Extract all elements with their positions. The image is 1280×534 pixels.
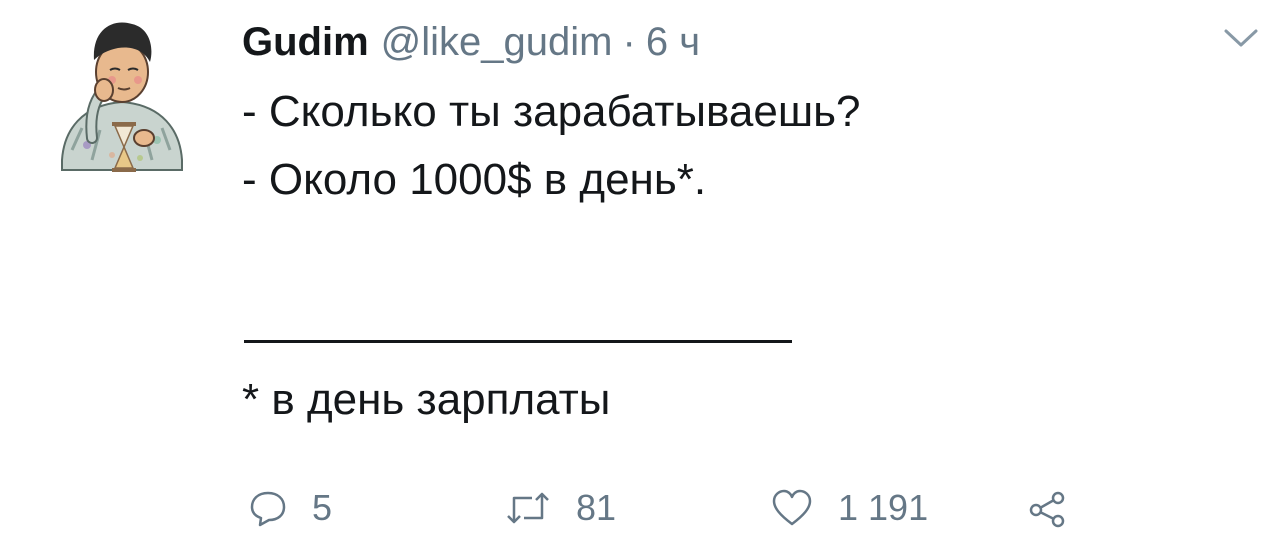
heart-icon <box>772 489 812 526</box>
divider-line <box>244 340 792 343</box>
reply-count: 5 <box>312 487 333 528</box>
like-count: 1 191 <box>838 487 929 528</box>
chevron-down-icon[interactable] <box>1222 26 1260 50</box>
retweet-button[interactable]: 81 <box>504 482 616 534</box>
retweet-count: 81 <box>576 487 617 528</box>
tweet-card[interactable]: Gudim @like_gudim · 6 ч - Сколько ты зар… <box>0 0 1280 534</box>
tweet-header: Gudim @like_gudim · 6 ч <box>242 14 700 70</box>
reply-icon <box>250 491 286 527</box>
tweet-text-line: - Около 1000$ в день*. <box>242 155 707 204</box>
display-name[interactable]: Gudim <box>242 14 369 70</box>
user-handle[interactable]: @like_gudim <box>381 14 613 70</box>
action-bar: 5 81 1 191 <box>242 482 1142 534</box>
like-button[interactable]: 1 191 <box>770 482 928 534</box>
avatar[interactable] <box>52 10 192 182</box>
tweet-text: - Сколько ты зарабатываешь? - Около 1000… <box>242 78 1182 214</box>
reply-button[interactable]: 5 <box>248 482 332 534</box>
retweet-icon <box>507 492 549 524</box>
share-button[interactable] <box>1026 482 1070 534</box>
tweet-text-line: - Сколько ты зарабатываешь? <box>242 87 861 136</box>
timestamp[interactable]: 6 ч <box>646 14 700 70</box>
tweet-footnote: * в день зарплаты <box>242 375 611 424</box>
separator-dot: · <box>622 20 636 64</box>
share-icon <box>1029 491 1065 528</box>
